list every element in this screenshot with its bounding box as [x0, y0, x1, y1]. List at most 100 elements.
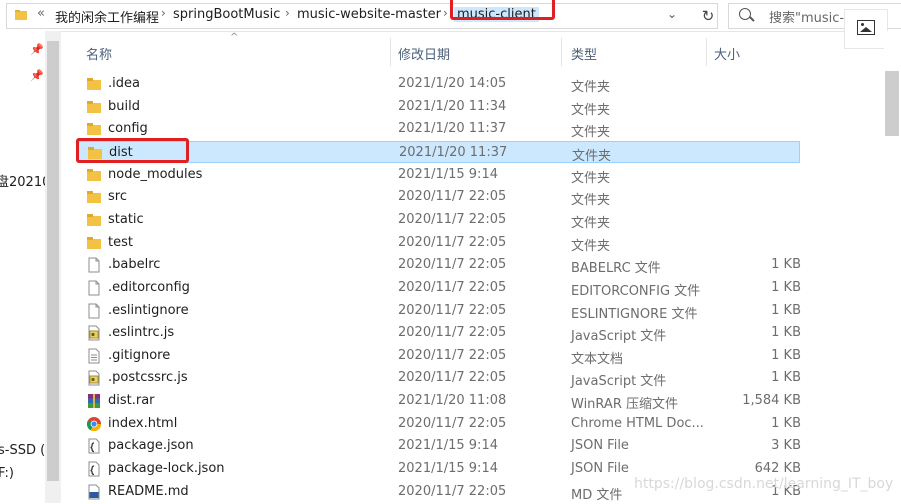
folder-icon	[15, 10, 27, 20]
file-row[interactable]: build 2021/1/20 11:34 文件夹	[78, 96, 800, 118]
file-name: config	[108, 121, 148, 137]
folder-icon	[86, 189, 102, 205]
chevron-right-icon[interactable]: ›	[161, 6, 166, 20]
breadcrumb-item[interactable]: music-website-master	[297, 7, 441, 22]
file-type: 文件夹	[571, 80, 611, 95]
file-modified-date: 2020/11/7 22:05	[398, 347, 507, 363]
folder-icon	[86, 235, 102, 251]
file-name: .postcssrc.js	[108, 370, 188, 386]
file-row[interactable]: src 2020/11/7 22:05 文件夹	[78, 186, 800, 208]
file-name: .idea	[108, 76, 140, 91]
file-row[interactable]: package.json 2021/1/15 9:14 JSON File 3 KB	[78, 435, 801, 457]
file-row[interactable]: .babelrc 2020/11/7 22:05 BABELRC 文件 1 KB	[78, 254, 801, 277]
file-modified-date: 2020/11/7 22:05	[398, 189, 507, 205]
file-size: 642 KB	[754, 461, 801, 477]
file-type: MD 文件	[571, 487, 623, 503]
md-file-icon	[86, 484, 102, 500]
list-scroll-thumb[interactable]	[885, 71, 899, 136]
file-name: .editorconfig	[108, 279, 190, 295]
file-row[interactable]: .eslintignore 2020/11/7 22:05 ESLINTIGNORE…	[78, 300, 801, 322]
highlight-box-dist	[76, 138, 189, 163]
file-type: JSON File	[571, 461, 629, 477]
nav-scrollbar[interactable]	[45, 31, 61, 503]
file-row[interactable]: test 2020/11/7 22:05 文件夹	[78, 232, 800, 254]
file-type: BABELRC 文件	[571, 261, 661, 277]
file-type: 文件夹	[571, 238, 611, 254]
file-row[interactable]: .postcssrc.js 2020/11/7 22:05 JavaScript 文…	[78, 367, 801, 390]
file-name: src	[108, 189, 127, 205]
refresh-icon[interactable]: ↻	[697, 5, 719, 27]
folder-icon	[86, 76, 102, 92]
file-type: 文件夹	[571, 125, 611, 141]
column-header: ^ 名称 修改日期 类型 大小	[78, 32, 883, 66]
file-name: test	[108, 234, 133, 250]
column-divider[interactable]	[390, 38, 391, 66]
nav-scroll-thumb[interactable]	[47, 41, 59, 481]
file-row[interactable]: config 2021/1/20 11:37 文件夹	[78, 118, 800, 140]
file-modified-date: 2020/11/7 22:05	[398, 370, 507, 386]
json-file-icon	[86, 438, 102, 454]
nav-item-label[interactable]: F:)	[0, 466, 14, 481]
file-name: static	[108, 211, 144, 227]
script-file-icon	[86, 370, 102, 386]
breadcrumb-item[interactable]: 我的闲余工作编程	[55, 7, 159, 26]
file-type: JavaScript 文件	[571, 374, 667, 390]
column-header-type[interactable]: 类型	[571, 44, 597, 63]
file-modified-date: 2020/11/7 22:05	[398, 234, 507, 250]
file-modified-date: 2021/1/20 11:08	[398, 393, 507, 409]
chrome-icon	[86, 416, 102, 432]
file-name: dist.rar	[108, 393, 155, 409]
text-file-icon	[86, 348, 102, 364]
file-row[interactable]: node_modules 2021/1/15 9:14 文件夹	[78, 164, 800, 186]
watermark: https://blog.csdn.net/learning_IT_boy	[634, 476, 894, 492]
file-row[interactable]: .editorconfig 2020/11/7 22:05 EDITORCONFIG…	[78, 277, 801, 299]
file-name: .eslintignore	[108, 302, 189, 318]
pin-icon[interactable]: 📌	[30, 43, 44, 56]
pin-icon[interactable]: 📌	[30, 69, 44, 82]
file-row[interactable]: .eslintrc.js 2020/11/7 22:05 JavaScript 文件…	[78, 322, 801, 345]
blank-file-icon	[86, 280, 102, 296]
file-size: 1 KB	[771, 370, 801, 386]
blank-file-icon	[86, 303, 102, 319]
column-header-date[interactable]: 修改日期	[398, 44, 450, 63]
nav-item-label[interactable]: s-SSD (	[0, 443, 45, 458]
nav-item-label[interactable]: 盘20210	[0, 171, 45, 190]
file-name: README.md	[108, 483, 189, 499]
column-divider[interactable]	[706, 38, 707, 66]
chevron-right-icon[interactable]: ›	[443, 6, 448, 20]
file-size: 1 KB	[771, 415, 801, 431]
file-type: JavaScript 文件	[571, 329, 667, 345]
file-row[interactable]: .idea 2021/1/20 14:05 文件夹	[78, 73, 800, 95]
list-scrollbar[interactable]	[884, 31, 901, 503]
file-row[interactable]: static 2020/11/7 22:05 文件夹	[78, 209, 800, 231]
column-header-name[interactable]: 名称	[86, 44, 112, 63]
navigation-pane[interactable]: 📌 📌 盘20210 s-SSD ( F:)	[0, 31, 46, 503]
folder-icon	[86, 167, 102, 183]
file-name: node_modules	[108, 166, 203, 182]
file-modified-date: 2021/1/20 11:37	[398, 121, 507, 137]
folder-icon	[86, 121, 102, 137]
file-modified-date: 2020/11/7 22:05	[398, 257, 507, 273]
file-name: .babelrc	[108, 257, 161, 273]
file-type: 文件夹	[571, 193, 611, 209]
file-type: JSON File	[571, 438, 629, 454]
chevron-right-icon[interactable]: ›	[285, 6, 290, 20]
address-bar[interactable]: « 我的闲余工作编程 › springBootMusic › music-web…	[6, 3, 718, 29]
breadcrumb-overflow-icon[interactable]: «	[37, 6, 45, 21]
file-name: build	[108, 98, 140, 114]
file-name: index.html	[108, 415, 178, 431]
column-divider[interactable]	[561, 38, 562, 66]
file-name: .gitignore	[108, 347, 171, 363]
column-header-size[interactable]: 大小	[714, 44, 740, 63]
json-file-icon	[86, 461, 102, 477]
file-row[interactable]: index.html 2020/11/7 22:05 Chrome HTML Doc…	[78, 413, 801, 435]
file-row[interactable]: .gitignore 2020/11/7 22:05 文本文档 1 KB	[78, 345, 801, 367]
search-icon	[739, 8, 751, 20]
folder-icon	[86, 99, 102, 115]
file-type: 文件夹	[571, 102, 611, 118]
file-modified-date: 2021/1/15 9:14	[398, 166, 498, 182]
file-row[interactable]: dist.rar 2021/1/20 11:08 WinRAR 压缩文件 1,584 …	[78, 390, 801, 412]
chevron-down-icon[interactable]: ⌄	[667, 7, 677, 21]
breadcrumb-item[interactable]: springBootMusic	[173, 7, 280, 22]
file-size: 1 KB	[771, 257, 801, 273]
